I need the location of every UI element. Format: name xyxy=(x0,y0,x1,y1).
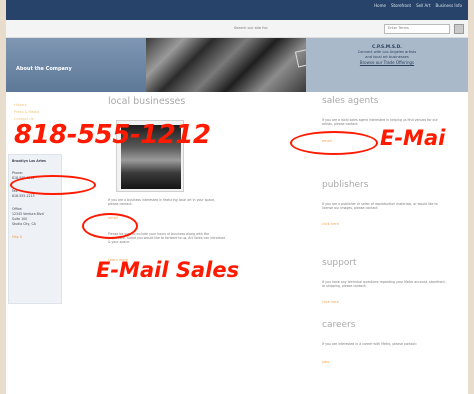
phone-label: Phone: xyxy=(12,171,23,175)
search-input[interactable]: Enter Terms xyxy=(384,24,450,34)
support-text: If you have any technical questions rega… xyxy=(322,280,446,289)
address-line-3: Studio City, CA xyxy=(12,222,36,226)
header-photo: METRO xyxy=(146,38,352,92)
support-heading: support xyxy=(322,258,357,268)
address-line-1: 12345 Ventura Blvd xyxy=(12,212,44,216)
support-link[interactable]: click here xyxy=(322,300,339,304)
header-promo-panel: C.P.S.M.S.D. Connect with Los Angeles ar… xyxy=(306,38,468,92)
top-nav-link-business-info[interactable]: Business Info xyxy=(436,3,462,8)
publishers-heading: publishers xyxy=(322,180,369,190)
contact-box-title: Brooklyn Los Artes xyxy=(12,159,46,163)
annotation-circle-agents-email xyxy=(290,131,378,155)
publishers-link[interactable]: click here xyxy=(322,222,339,226)
section-title: About the Company xyxy=(16,66,72,72)
top-nav-link-sell-art[interactable]: Sell Art xyxy=(416,3,430,8)
annotation-email-label: E-Mai xyxy=(380,126,446,150)
sidebar-link-history[interactable]: History xyxy=(14,103,62,107)
map-link[interactable]: Map It xyxy=(12,235,22,239)
annotation-phone-number: 818-555-1212 xyxy=(14,120,211,150)
careers-text: If you are interested in a career with M… xyxy=(322,342,417,346)
promo-block: C.P.S.M.S.D. Connect with Los Angeles ar… xyxy=(324,45,450,65)
top-nav: Home Storefront Sell Art Business Info xyxy=(374,3,462,8)
promo-link[interactable]: Browse our Trade Offerings xyxy=(324,60,450,65)
left-sidebar: History Press & Media Contact Us Brookly… xyxy=(6,100,62,304)
annotation-circle-phone xyxy=(10,175,96,195)
local-businesses-heading: local businesses xyxy=(108,96,186,107)
careers-link[interactable]: jobs xyxy=(322,360,329,364)
sidebar-link-press[interactable]: Press & Media xyxy=(14,110,62,114)
search-row: Search our site for: Enter Terms xyxy=(6,20,468,38)
local-businesses-text: If you are a business interested in feat… xyxy=(108,198,216,207)
top-bar: Home Storefront Sell Art Business Info xyxy=(6,0,468,20)
sales-agents-heading: sales agents xyxy=(322,96,379,106)
careers-heading: careers xyxy=(322,320,356,330)
search-label: Search our site for: xyxy=(234,26,269,30)
header-band: About the Company METRO C.P.S.M.S.D. Con… xyxy=(6,38,468,92)
search-go-button[interactable] xyxy=(454,24,464,34)
web-page: Home Storefront Sell Art Business Info S… xyxy=(6,0,468,394)
top-nav-link-storefront[interactable]: Storefront xyxy=(391,3,411,8)
office-label: Office: xyxy=(12,207,23,211)
annotation-email-sales-label: E-Mail Sales xyxy=(96,258,240,282)
address-line-2: Suite 100 xyxy=(12,217,28,221)
annotation-circle-sales-email xyxy=(82,213,138,239)
header-section-panel: About the Company xyxy=(6,38,146,92)
fax-number: 818-555-1213 xyxy=(12,194,35,198)
publishers-text: If you are a publisher or seller of repr… xyxy=(322,202,438,211)
top-nav-link-home[interactable]: Home xyxy=(374,3,386,8)
